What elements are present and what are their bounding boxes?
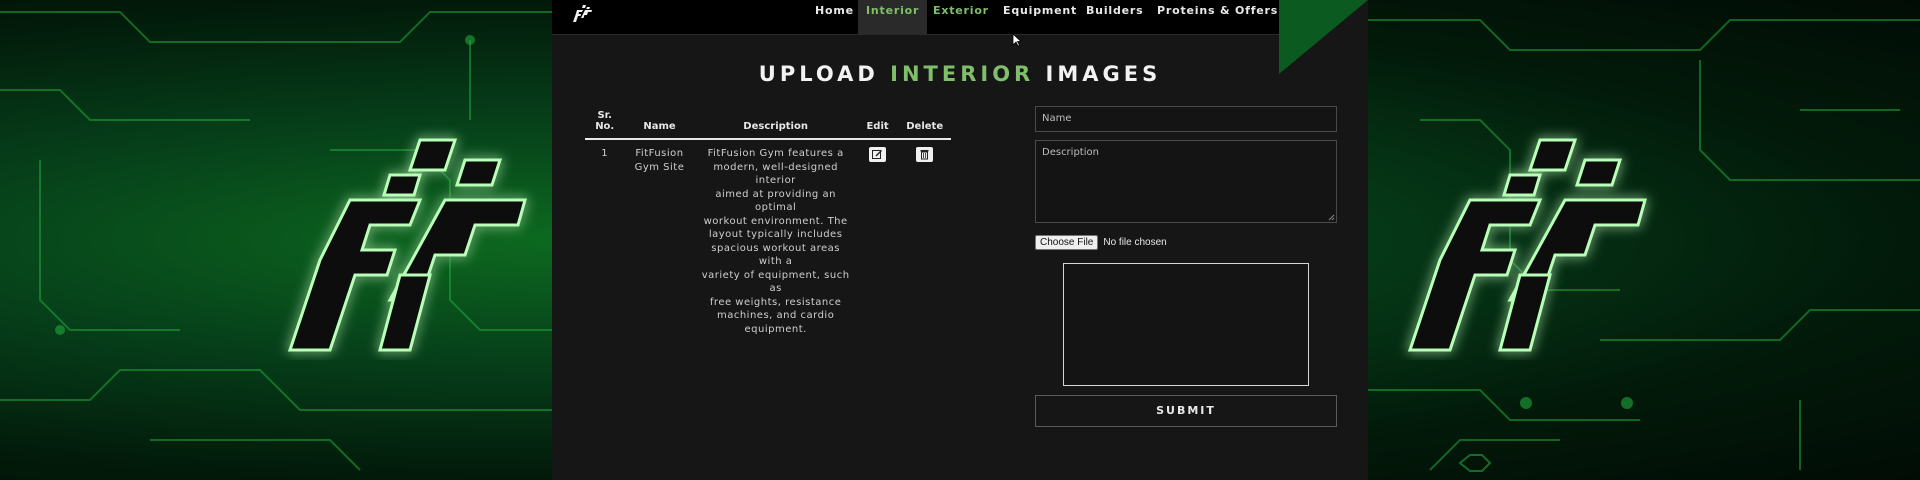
table-row: 1 FitFusion Gym Site FitFusion Gym featu…: [585, 139, 951, 343]
description-textarea[interactable]: Description: [1035, 140, 1337, 223]
cell-name: FitFusion Gym Site: [624, 139, 694, 343]
nav-home[interactable]: Home: [813, 0, 856, 34]
col-description: Description: [694, 110, 857, 140]
title-part2: IMAGES: [1045, 62, 1162, 86]
brand-logo-left: [287, 138, 527, 352]
title-accent: INTERIOR: [890, 62, 1035, 86]
col-name: Name: [624, 110, 695, 140]
file-status-text: No file chosen: [1103, 236, 1167, 248]
desc-line: machines, and cardio: [716, 310, 835, 321]
file-input-row: Choose File No file chosen: [1035, 233, 1337, 251]
nav-exterior[interactable]: Exterior: [933, 0, 989, 34]
submit-button[interactable]: SUBMIT: [1035, 395, 1337, 427]
cell-edit: [857, 139, 899, 343]
title-part1: UPLOAD: [758, 62, 879, 86]
desc-line: modern, well-designed interior: [713, 161, 838, 187]
col-delete: Delete: [898, 110, 951, 140]
edit-button[interactable]: [869, 147, 887, 162]
desc-line: layout typically includes: [708, 229, 843, 240]
cell-delete: [898, 139, 951, 343]
nav-builders[interactable]: Builders: [1086, 0, 1143, 34]
page-title: UPLOAD INTERIOR IMAGES: [552, 62, 1368, 86]
col-sr-line1: Sr.: [597, 110, 612, 121]
cell-description: FitFusion Gym features a modern, well-de…: [695, 139, 857, 343]
resize-handle-icon[interactable]: [1328, 214, 1335, 221]
images-table: Sr. No. Name Description Edit Delete 1 F…: [585, 110, 951, 343]
cell-name-line2: Gym Site: [634, 161, 685, 173]
mouse-pointer-icon: [1012, 33, 1022, 47]
fitfusion-logo-icon[interactable]: [571, 4, 593, 24]
brand-logo-right: [1407, 138, 1647, 352]
col-edit: Edit: [856, 110, 899, 140]
description-placeholder: Description: [1042, 147, 1099, 158]
desc-line: FitFusion Gym features a: [707, 148, 844, 159]
upload-form: Name Description Choose File No file cho…: [1035, 106, 1337, 427]
col-sr-no: Sr. No.: [585, 110, 625, 140]
top-navbar: Home Interior Exterior Equipment Builder…: [552, 0, 1279, 35]
desc-line: aimed at providing an optimal: [715, 188, 836, 214]
trash-icon: [920, 150, 929, 160]
edit-icon: [872, 150, 883, 159]
cell-name-line1: FitFusion: [635, 148, 684, 159]
nav-interior[interactable]: Interior: [858, 0, 928, 34]
desc-line: workout environment. The: [703, 215, 848, 227]
desc-line: spacious workout areas with a: [711, 242, 840, 268]
nav-equipment[interactable]: Equipment: [1003, 0, 1077, 34]
col-sr-line2: No.: [595, 121, 615, 132]
image-preview-box: [1063, 263, 1309, 386]
desc-line: equipment.: [744, 323, 807, 335]
desc-line: variety of equipment, such as: [701, 269, 850, 295]
nav-proteins-offers[interactable]: Proteins & Offers: [1157, 0, 1278, 34]
table-header-row: Sr. No. Name Description Edit Delete: [585, 110, 951, 140]
choose-file-button[interactable]: Choose File: [1035, 234, 1099, 250]
main-panel: Home Interior Exterior Equipment Builder…: [552, 0, 1368, 480]
name-input[interactable]: Name: [1035, 106, 1337, 132]
desc-line: free weights, resistance: [709, 296, 842, 308]
cell-sr: 1: [601, 148, 609, 159]
delete-button[interactable]: [916, 147, 934, 162]
